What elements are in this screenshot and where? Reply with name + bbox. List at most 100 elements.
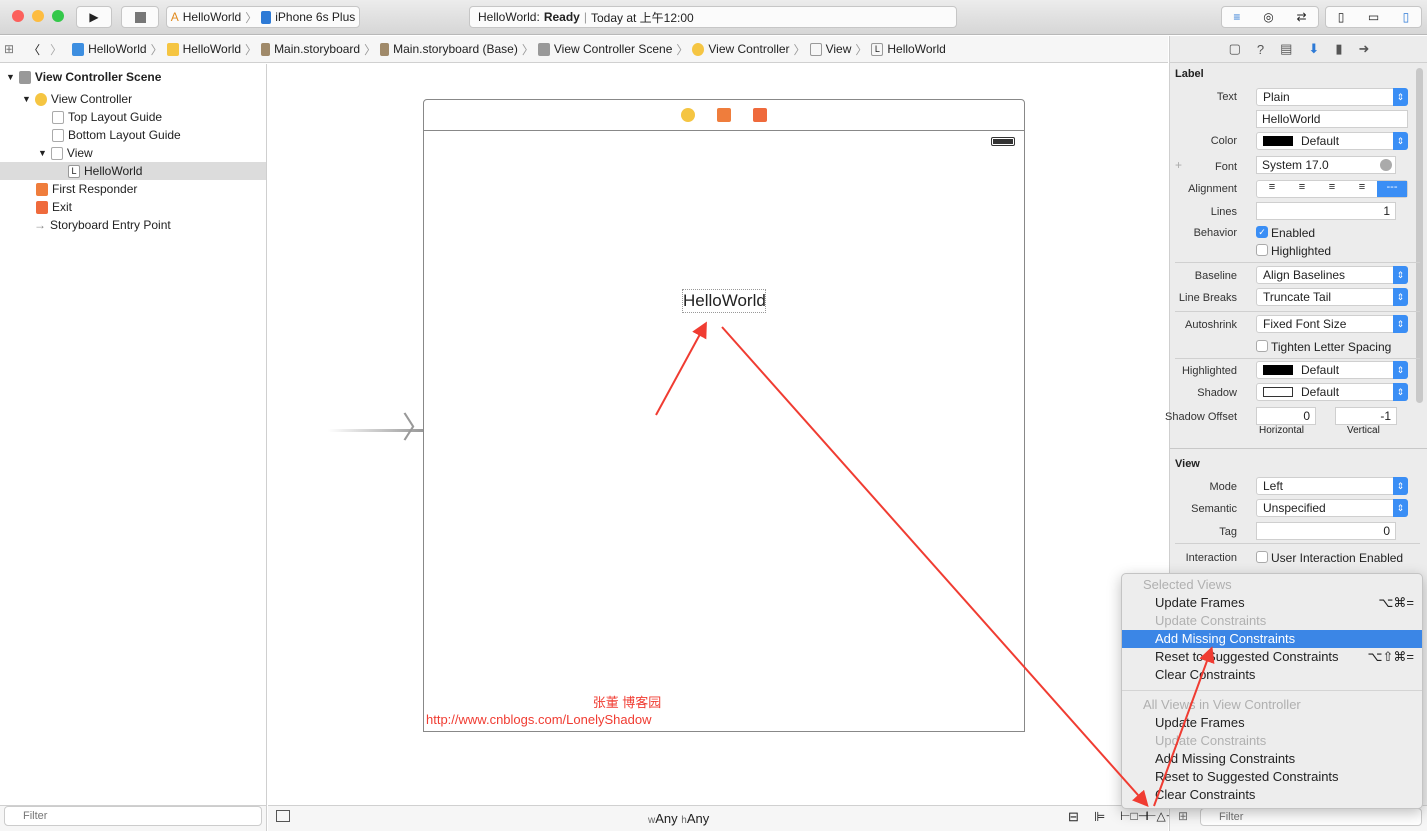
outline-item-scene[interactable]: ▼ View Controller Scene (6, 68, 161, 86)
menu-item-all-update-frames[interactable]: Update Frames (1122, 714, 1422, 732)
outline-item-view[interactable]: ▼ View (38, 144, 93, 162)
font-field[interactable]: System 17.0 (1256, 156, 1396, 174)
align-natural-icon[interactable]: --- (1377, 181, 1407, 197)
menu-item-all-clear-constraints[interactable]: Clear Constraints (1122, 786, 1422, 804)
first-responder-icon[interactable] (717, 108, 731, 122)
utilities-toggle-icon[interactable]: ▯ (1403, 10, 1410, 24)
canvas-bottom-bar: wAny hAny ⊟ ⊫ ⊢□⊣ ⊢△⊣ (268, 805, 1176, 831)
version-editor-icon[interactable]: ⇄ (1297, 10, 1307, 24)
navigator-toggle-icon[interactable]: ▯ (1338, 10, 1345, 24)
text-content-field[interactable]: HelloWorld (1256, 110, 1408, 128)
align-icon[interactable]: ⊫ (1094, 809, 1105, 825)
color-popup[interactable]: Default ⇕ (1256, 132, 1408, 150)
shadow-offset-v-field[interactable]: -1 (1335, 407, 1397, 425)
interaction-label: Interaction (1185, 552, 1237, 564)
add-variation-icon[interactable]: + (1175, 158, 1182, 172)
outline-filter-input[interactable] (4, 806, 262, 826)
breadcrumb-scene[interactable]: View Controller Scene 〉 (537, 41, 688, 58)
menu-item-reset-suggested[interactable]: Reset to Suggested Constraints ⌥⇧⌘= (1122, 648, 1422, 666)
breadcrumb-project[interactable]: HelloWorld 〉 (72, 41, 163, 58)
user-interaction-checkbox[interactable] (1256, 551, 1268, 563)
scheme-selector[interactable]: A HelloWorld 〉 iPhone 6s Plus (166, 6, 360, 28)
pin-icon[interactable]: ⊢□⊣ (1120, 809, 1148, 823)
shadow-offset-h-field[interactable]: 0 (1256, 407, 1316, 425)
close-button[interactable] (12, 10, 24, 22)
watermark-name: 张董 博客园 (592, 695, 662, 710)
view-controller-scene[interactable]: HelloWorld 张董 博客园 http://www.cnblogs.com… (423, 99, 1025, 732)
breadcrumb-view[interactable]: View 〉 (809, 41, 867, 58)
minimize-button[interactable] (32, 10, 44, 22)
align-right-icon[interactable]: ≡ (1317, 181, 1347, 197)
align-center-icon[interactable]: ≡ (1287, 181, 1317, 197)
menu-item-all-reset-suggested[interactable]: Reset to Suggested Constraints (1122, 768, 1422, 786)
stop-button[interactable] (121, 6, 159, 28)
debug-toggle-icon[interactable]: ▭ (1368, 10, 1379, 24)
shadow-popup[interactable]: Default ⇕ (1256, 383, 1408, 401)
scene-icon (537, 42, 550, 56)
exit-icon[interactable] (753, 108, 767, 122)
menu-item-all-add-missing-constraints[interactable]: Add Missing Constraints (1122, 750, 1422, 768)
breadcrumb-view-controller[interactable]: View Controller 〉 (692, 41, 806, 58)
size-inspector-icon[interactable]: ▮ (1335, 41, 1342, 57)
lines-field[interactable]: 1 (1256, 202, 1396, 220)
text-type-popup[interactable]: Plain ⇕ (1256, 88, 1408, 106)
outline-item-first-responder[interactable]: First Responder (36, 180, 137, 198)
run-button[interactable]: ▶ (76, 6, 112, 28)
outline-item-helloworld[interactable]: L HelloWorld (0, 162, 266, 180)
helloworld-label[interactable]: HelloWorld (682, 289, 766, 313)
tighten-checkbox[interactable] (1256, 340, 1268, 352)
related-items-icon[interactable]: ⊞ (4, 42, 14, 56)
forward-button[interactable]: 〉 (50, 41, 62, 58)
breadcrumb-storyboard-base[interactable]: Main.storyboard (Base) 〉 (380, 41, 534, 58)
identity-inspector-icon[interactable]: ▤ (1280, 41, 1292, 57)
outline-item-exit[interactable]: Exit (36, 198, 72, 216)
font-label: Font (1214, 161, 1237, 173)
outline-item-view-controller[interactable]: ▼ View Controller (22, 90, 132, 108)
font-picker-icon[interactable] (1380, 159, 1392, 171)
size-class-control[interactable]: wAny hAny (648, 811, 709, 826)
tag-field[interactable]: 0 (1256, 522, 1396, 540)
attributes-inspector-icon[interactable]: ⬇ (1308, 41, 1319, 57)
menu-item-clear-constraints[interactable]: Clear Constraints (1122, 666, 1422, 684)
highlighted-color-label: Highlighted (1181, 365, 1237, 377)
alignment-control[interactable]: ≡ ≡ ≡ ≡ --- (1256, 180, 1408, 198)
autoshrink-popup[interactable]: Fixed Font Size ⇕ (1256, 315, 1408, 333)
mode-popup[interactable]: Left ⇕ (1256, 477, 1408, 495)
view-controller-icon[interactable] (681, 108, 695, 122)
view-toggle-control[interactable]: ▯ ▭ ▯ (1325, 6, 1422, 28)
library-filter-input[interactable] (1200, 808, 1422, 826)
shadow-label: Shadow (1197, 387, 1237, 399)
outline-toggle-icon[interactable] (276, 810, 290, 822)
help-inspector-icon[interactable]: ? (1257, 42, 1264, 57)
highlighted-color-popup[interactable]: Default ⇕ (1256, 361, 1408, 379)
highlighted-checkbox[interactable] (1256, 244, 1268, 256)
back-button[interactable]: 〈 (28, 41, 40, 58)
outline-item-top-layout-guide[interactable]: Top Layout Guide (52, 108, 162, 126)
resolve-autolayout-menu: Selected Views Update Frames ⌥⌘= Update C… (1121, 573, 1423, 809)
breadcrumb-label[interactable]: L HelloWorld (871, 42, 946, 56)
outline-item-entry-point[interactable]: → Storyboard Entry Point (34, 216, 171, 234)
stack-icon[interactable]: ⊟ (1068, 809, 1079, 825)
text-label: Text (1216, 91, 1237, 103)
align-justify-icon[interactable]: ≡ (1347, 181, 1377, 197)
connections-inspector-icon[interactable]: ➜ (1358, 41, 1369, 57)
breadcrumb-storyboard[interactable]: Main.storyboard 〉 (261, 41, 376, 58)
zoom-button[interactable] (52, 10, 64, 22)
menu-section-selected-views: Selected Views (1143, 577, 1232, 592)
menu-item-update-frames[interactable]: Update Frames ⌥⌘= (1122, 594, 1422, 612)
file-inspector-icon[interactable]: ▢ (1229, 41, 1241, 57)
breadcrumb-folder[interactable]: HelloWorld 〉 (166, 41, 257, 58)
folder-icon (166, 42, 179, 56)
baseline-popup[interactable]: Align Baselines ⇕ (1256, 266, 1408, 284)
standard-editor-icon[interactable]: ≡ (1233, 10, 1240, 24)
semantic-popup[interactable]: Unspecified ⇕ (1256, 499, 1408, 517)
menu-item-add-missing-constraints[interactable]: Add Missing Constraints (1122, 630, 1422, 648)
assistant-editor-icon[interactable]: ◎ (1263, 10, 1273, 24)
align-left-icon[interactable]: ≡ (1257, 181, 1287, 197)
enabled-checkbox[interactable]: ✓ (1256, 226, 1268, 238)
line-breaks-popup[interactable]: Truncate Tail ⇕ (1256, 288, 1408, 306)
inspector-scrollbar[interactable] (1416, 68, 1423, 403)
outline-item-bottom-layout-guide[interactable]: Bottom Layout Guide (52, 126, 181, 144)
library-grid-icon[interactable]: ⊞ (1178, 809, 1188, 823)
editor-mode-control[interactable]: ≡ ◎ ⇄ (1221, 6, 1319, 28)
